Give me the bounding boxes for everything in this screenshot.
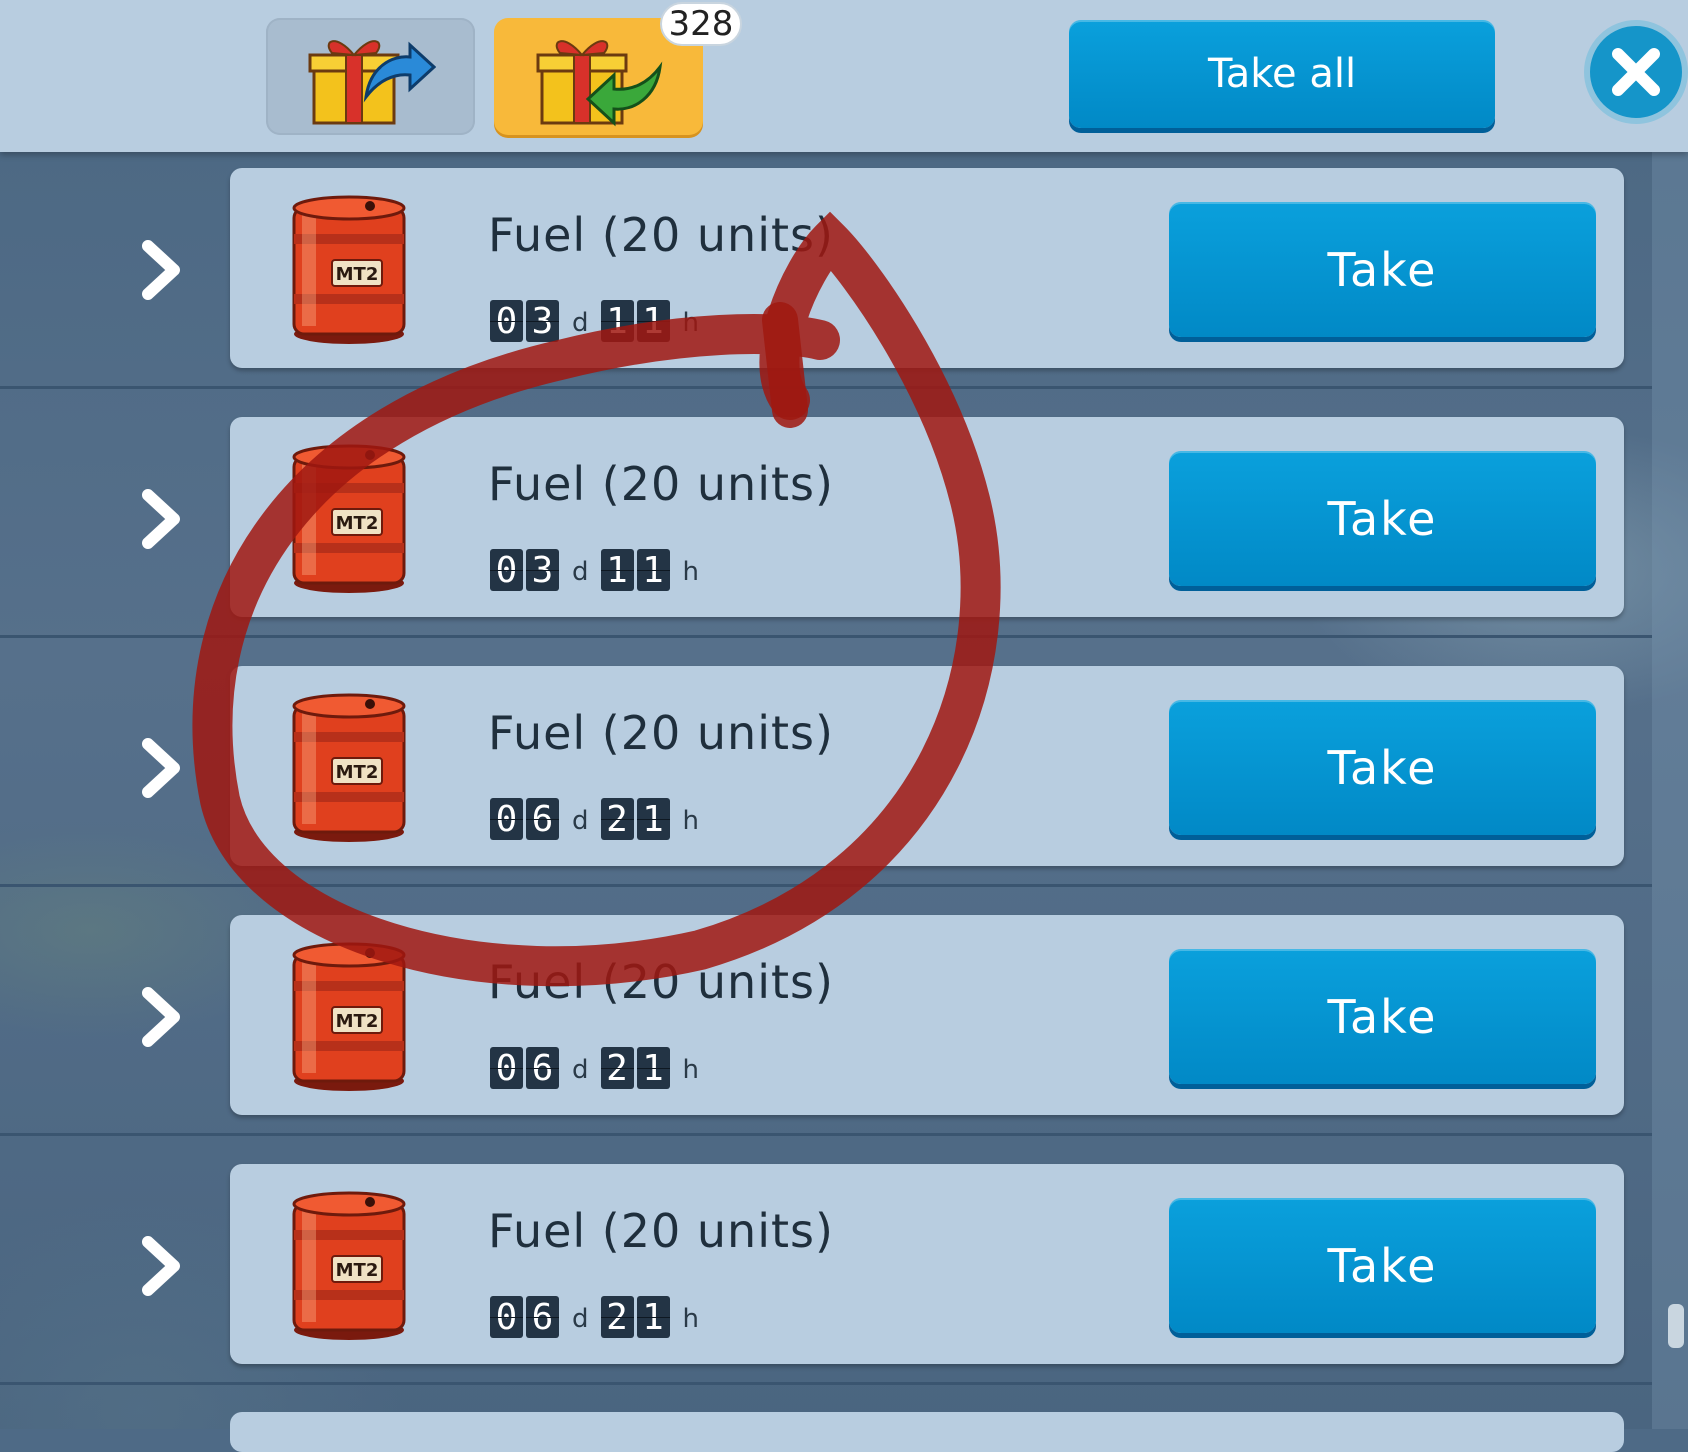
- hour-unit: h: [682, 557, 699, 587]
- timer-digit: 1: [636, 798, 670, 840]
- timer-digit: 1: [636, 1047, 670, 1089]
- fuel-barrel-icon: MT2: [292, 195, 406, 344]
- timer-digit: 2: [600, 798, 634, 840]
- timer-digit: 6: [526, 1047, 559, 1089]
- take-button[interactable]: Take: [1169, 1198, 1596, 1333]
- take-button[interactable]: Take: [1169, 451, 1596, 586]
- gift-title: Fuel (20 units): [488, 457, 834, 511]
- gift-title: Fuel (20 units): [488, 208, 834, 262]
- received-count-badge: 328: [660, 2, 742, 46]
- fuel-barrel-icon: MT2: [292, 942, 406, 1091]
- day-unit: d: [572, 308, 589, 338]
- timer-digit: 1: [636, 1296, 670, 1338]
- gift-send-icon: [308, 39, 436, 124]
- gift-list-item: MT2 Fuel (20 units) 0 3 d 1 1 h Take: [230, 417, 1624, 617]
- gift-receive-icon: [536, 39, 662, 126]
- hour-unit: h: [682, 1304, 699, 1334]
- take-button[interactable]: Take: [1169, 700, 1596, 835]
- barrel-label: MT2: [336, 1260, 379, 1281]
- expiry-timer: 0 6 d 2 1 h: [490, 798, 711, 840]
- chevron-right-icon[interactable]: [138, 1234, 186, 1298]
- gift-title: Fuel (20 units): [488, 706, 834, 760]
- fuel-barrel-icon: MT2: [292, 444, 406, 593]
- row-divider: [0, 386, 1652, 389]
- timer-digit: 6: [526, 798, 559, 840]
- timer-digit: 3: [526, 300, 559, 342]
- expiry-timer: 0 6 d 2 1 h: [490, 1296, 711, 1338]
- barrel-label: MT2: [336, 264, 379, 285]
- gift-title: Fuel (20 units): [488, 955, 834, 1009]
- row-divider: [0, 1133, 1652, 1136]
- day-unit: d: [572, 557, 589, 587]
- gift-title: Fuel (20 units): [488, 1204, 834, 1258]
- timer-digit: 1: [600, 300, 634, 342]
- timer-digit: 2: [600, 1047, 634, 1089]
- gift-list-item: MT2 Fuel (20 units) 0 6 d 2 1 h Take: [230, 666, 1624, 866]
- list-item-partial: [230, 1412, 1624, 1452]
- scrollbar[interactable]: [1668, 1304, 1684, 1348]
- day-unit: d: [572, 1304, 589, 1334]
- timer-digit: 1: [636, 549, 670, 591]
- side-panel-edge: [1652, 150, 1688, 1429]
- hour-unit: h: [682, 1055, 699, 1085]
- timer-digit: 0: [490, 1047, 523, 1089]
- take-button[interactable]: Take: [1169, 949, 1596, 1084]
- day-unit: d: [572, 806, 589, 836]
- gift-list-item: MT2 Fuel (20 units) 0 3 d 1 1 h Take: [230, 168, 1624, 368]
- row-divider: [0, 635, 1652, 638]
- row-divider: [0, 1382, 1652, 1385]
- take-button[interactable]: Take: [1169, 202, 1596, 337]
- gift-list-item: MT2 Fuel (20 units) 0 6 d 2 1 h Take: [230, 915, 1624, 1115]
- timer-digit: 0: [490, 798, 523, 840]
- close-button[interactable]: [1584, 20, 1688, 124]
- expiry-timer: 0 3 d 1 1 h: [490, 549, 711, 591]
- timer-digit: 6: [526, 1296, 559, 1338]
- gift-header: 328 Take all: [0, 0, 1688, 152]
- barrel-label: MT2: [336, 513, 379, 534]
- timer-digit: 0: [490, 549, 523, 591]
- row-divider: [0, 884, 1652, 887]
- day-unit: d: [572, 1055, 589, 1085]
- gift-list-item: MT2 Fuel (20 units) 0 6 d 2 1 h Take: [230, 1164, 1624, 1364]
- chevron-right-icon[interactable]: [138, 238, 186, 302]
- fuel-barrel-icon: MT2: [292, 693, 406, 842]
- close-icon: [1612, 48, 1660, 96]
- expiry-timer: 0 6 d 2 1 h: [490, 1047, 711, 1089]
- timer-digit: 2: [600, 1296, 634, 1338]
- timer-digit: 0: [490, 1296, 523, 1338]
- tab-send-gifts[interactable]: [266, 18, 475, 135]
- hour-unit: h: [682, 806, 699, 836]
- hour-unit: h: [682, 308, 699, 338]
- timer-digit: 3: [526, 549, 559, 591]
- timer-digit: 0: [490, 300, 523, 342]
- fuel-barrel-icon: MT2: [292, 1191, 406, 1340]
- take-all-button[interactable]: Take all: [1069, 20, 1495, 128]
- expiry-timer: 0 3 d 1 1 h: [490, 300, 711, 342]
- timer-digit: 1: [600, 549, 634, 591]
- chevron-right-icon[interactable]: [138, 736, 186, 800]
- barrel-label: MT2: [336, 762, 379, 783]
- barrel-label: MT2: [336, 1011, 379, 1032]
- chevron-right-icon[interactable]: [138, 487, 186, 551]
- chevron-right-icon[interactable]: [138, 985, 186, 1049]
- timer-digit: 1: [636, 300, 670, 342]
